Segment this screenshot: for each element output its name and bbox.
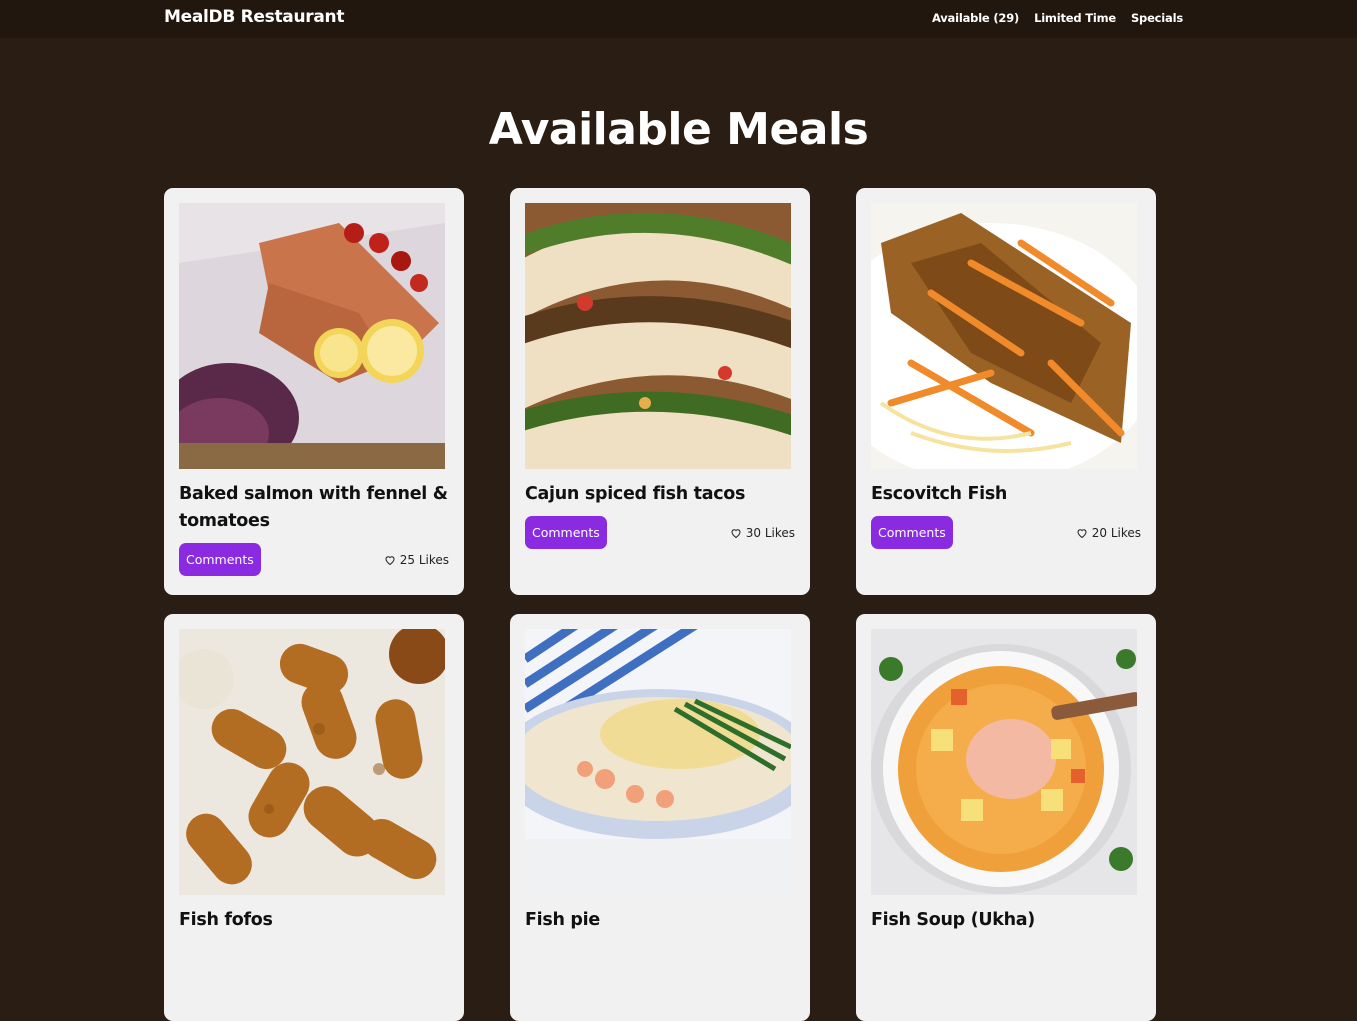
meal-card: Fish fofos <box>164 614 464 1021</box>
meal-title: Fish Soup (Ukha) <box>871 910 1035 930</box>
top-navbar: MealDB Restaurant Available (29) Limited… <box>0 0 1357 38</box>
meal-image <box>525 629 791 895</box>
meal-card: Escovitch Fish Comments 20 Likes <box>856 188 1156 595</box>
meal-title: Fish fofos <box>179 910 273 930</box>
meal-title: Cajun spiced fish tacos <box>525 484 746 504</box>
nav-links: Available (29) Limited Time Specials <box>932 11 1183 25</box>
likes-label: 20 Likes <box>1091 525 1141 540</box>
likes-label: 25 Likes <box>399 552 449 567</box>
meal-image <box>179 203 445 469</box>
comments-button[interactable]: Comments <box>179 543 261 576</box>
card-actions: Comments 25 Likes <box>179 543 449 576</box>
meal-title: Fish pie <box>525 910 600 930</box>
heart-outline-icon[interactable] <box>1076 527 1088 539</box>
heart-outline-icon[interactable] <box>730 527 742 539</box>
card-actions: Comments 30 Likes <box>525 516 795 549</box>
likes-counter[interactable]: 25 Likes <box>384 553 449 567</box>
meal-card: Fish Soup (Ukha) <box>856 614 1156 1021</box>
meal-card: Baked salmon with fennel & tomatoes Comm… <box>164 188 464 595</box>
meal-image <box>179 629 445 895</box>
likes-counter[interactable]: 30 Likes <box>730 526 795 540</box>
meal-image <box>525 203 791 469</box>
nav-link-specials[interactable]: Specials <box>1131 11 1183 25</box>
likes-counter[interactable]: 20 Likes <box>1076 526 1141 540</box>
meal-title: Baked salmon with fennel & tomatoes <box>179 484 448 531</box>
likes-label: 30 Likes <box>745 525 795 540</box>
page-title: Available Meals <box>488 104 869 155</box>
nav-link-limited-time[interactable]: Limited Time <box>1034 11 1116 25</box>
meal-title: Escovitch Fish <box>871 484 1008 504</box>
meal-image <box>871 203 1137 469</box>
meal-card: Cajun spiced fish tacos Comments 30 Like… <box>510 188 810 595</box>
heart-outline-icon[interactable] <box>384 554 396 566</box>
meal-image <box>871 629 1137 895</box>
meals-grid: Baked salmon with fennel & tomatoes Comm… <box>164 188 1156 1021</box>
brand-logo[interactable]: MealDB Restaurant <box>164 7 344 27</box>
nav-link-available[interactable]: Available (29) <box>932 11 1019 25</box>
comments-button[interactable]: Comments <box>525 516 607 549</box>
card-actions: Comments 20 Likes <box>871 516 1141 549</box>
comments-button[interactable]: Comments <box>871 516 953 549</box>
meal-card: Fish pie <box>510 614 810 1021</box>
